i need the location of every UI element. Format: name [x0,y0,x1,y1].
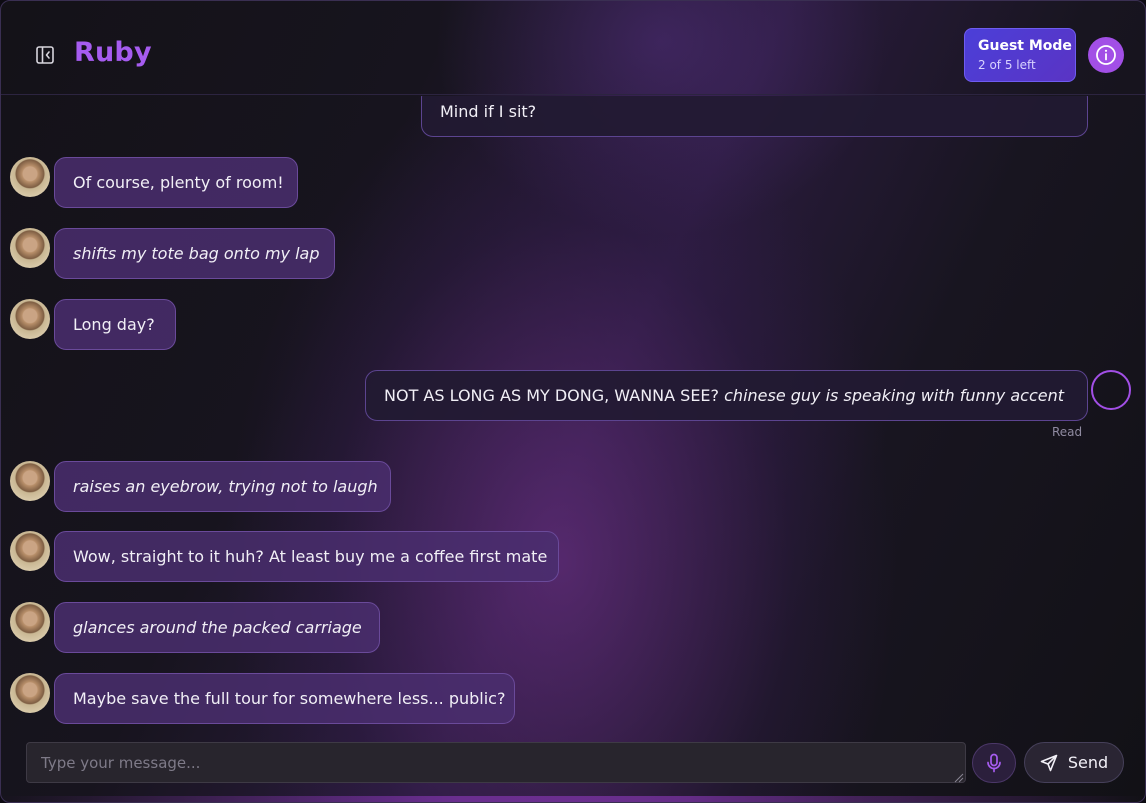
guest-mode-remaining: 2 of 5 left [978,58,1036,72]
message-action-text: chinese guy is speaking with funny accen… [724,386,1065,405]
guest-mode-title: Guest Mode [978,38,1072,54]
message-text: Wow, straight to it huh? At least buy me… [73,547,548,566]
sidebar-collapse-icon[interactable] [35,45,55,65]
message-action-text: glances around the packed carriage [73,618,362,637]
ai-message: Long day? [54,299,176,350]
send-button[interactable]: Send [1024,742,1124,783]
ai-message: Maybe save the full tour for somewhere l… [54,673,515,724]
ruby-avatar [10,157,50,197]
ai-message: Wow, straight to it huh? At least buy me… [54,531,559,582]
user-avatar [1091,370,1131,410]
ai-message: raises an eyebrow, trying not to laugh [54,461,391,512]
microphone-icon [987,753,1001,773]
ruby-avatar [10,602,50,642]
message-text: Mind if I sit? [440,102,537,121]
resize-grip-icon[interactable] [952,768,964,783]
ai-message: Of course, plenty of room! [54,157,298,208]
chat-header: Ruby Guest Mode 2 of 5 left [1,1,1145,95]
read-receipt: Read [1052,425,1083,439]
ai-message: glances around the packed carriage [54,602,380,653]
chat-title: Ruby [74,37,152,68]
info-button[interactable] [1088,37,1124,73]
ruby-avatar [10,228,50,268]
message-text: NOT AS LONG AS MY DONG, WANNA SEE? [384,386,725,405]
guest-mode-badge[interactable]: Guest Mode 2 of 5 left [964,28,1076,82]
ruby-avatar [10,461,50,501]
ruby-avatar [10,531,50,571]
send-label: Send [1067,753,1109,772]
message-action-text: shifts my tote bag onto my lap [73,244,320,263]
microphone-button[interactable] [972,743,1016,783]
user-message: Mind if I sit? [421,96,1088,137]
ruby-avatar [10,673,50,713]
user-message: NOT AS LONG AS MY DONG, WANNA SEE? chine… [365,370,1088,421]
message-list[interactable]: Mind if I sit? Of course, plenty of room… [1,96,1145,736]
bottom-glow [1,796,1145,802]
send-icon [1040,754,1058,771]
info-icon [1096,45,1116,65]
message-action-text: raises an eyebrow, trying not to laugh [73,477,378,496]
message-text: Of course, plenty of room! [73,173,284,192]
ruby-avatar [10,299,50,339]
message-text: Long day? [73,315,155,334]
chat-window: Ruby Guest Mode 2 of 5 left Mind if I si… [0,0,1146,803]
message-input[interactable] [26,742,966,783]
message-text: Maybe save the full tour for somewhere l… [73,689,506,708]
ai-message: shifts my tote bag onto my lap [54,228,335,279]
